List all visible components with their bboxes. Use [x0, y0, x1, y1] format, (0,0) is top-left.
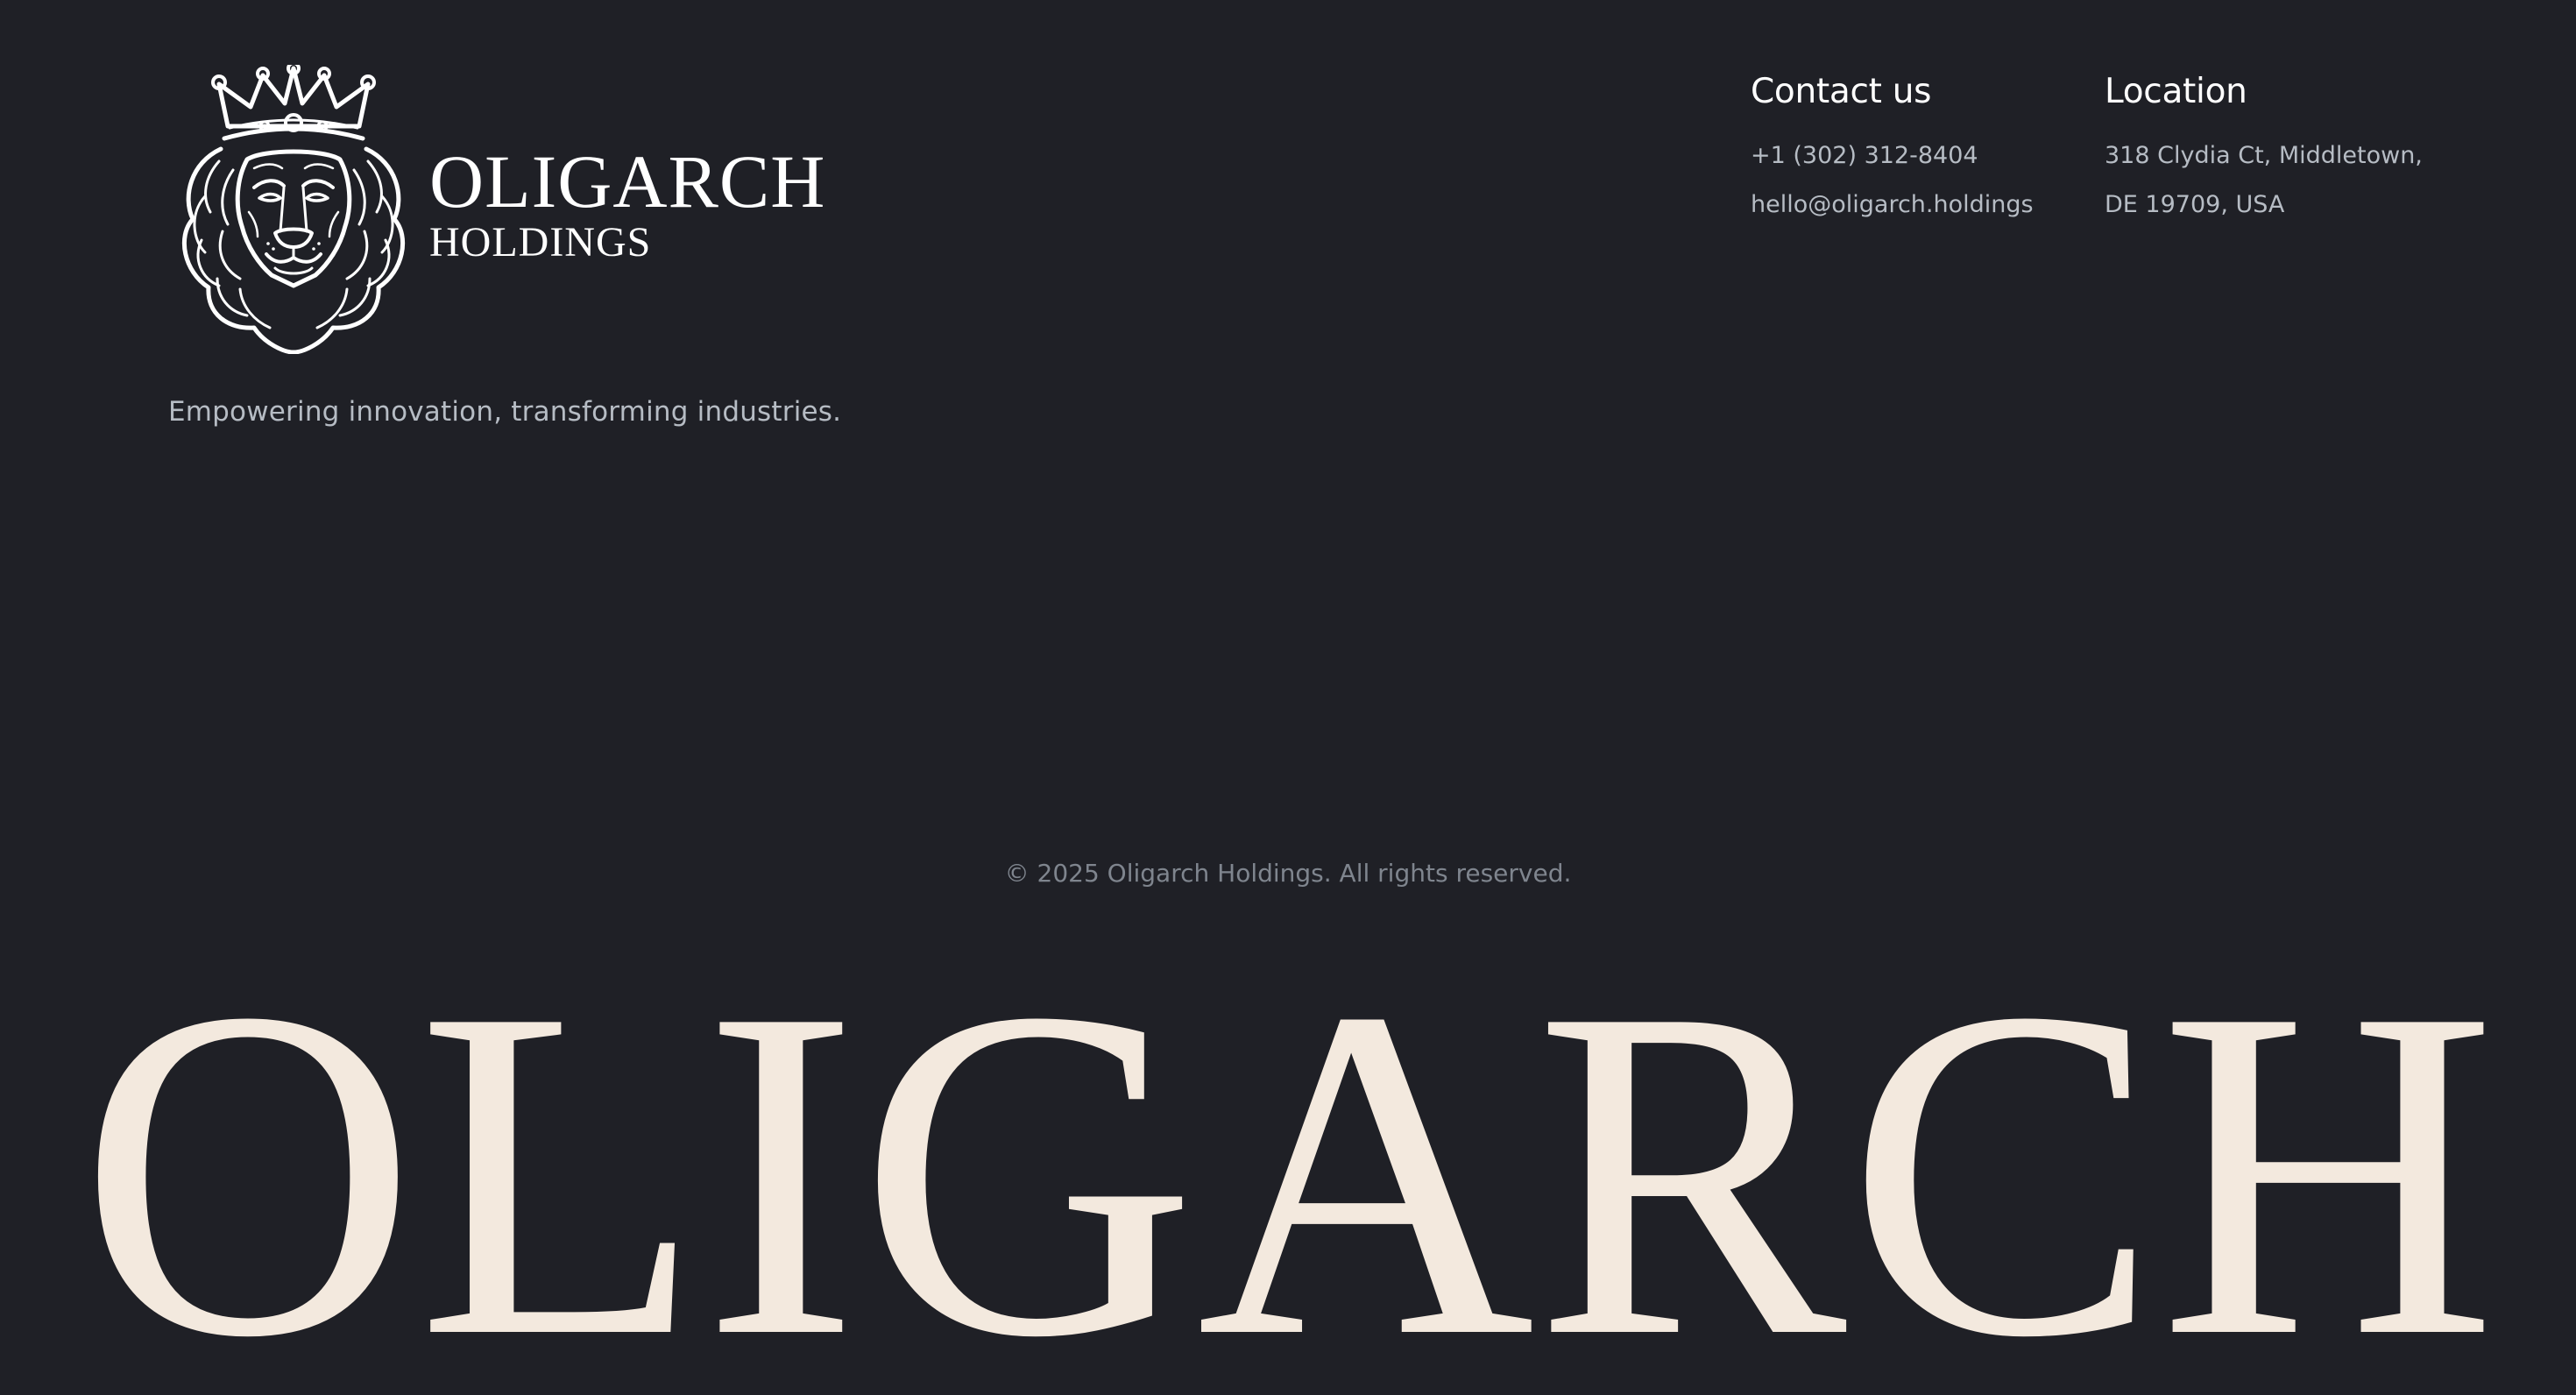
brand-logo-link[interactable]: OLIGARCH HOLDINGS: [166, 65, 832, 354]
footer-page: OLIGARCH HOLDINGS Empowering innovation,…: [0, 0, 2576, 1395]
contact-section: Contact us +1 (302) 312-8404 hello@oliga…: [1751, 70, 2034, 230]
brand-wordmark-sub: HOLDINGS: [429, 219, 652, 266]
contact-phone-link[interactable]: +1 (302) 312-8404: [1751, 131, 2034, 181]
location-heading: Location: [2105, 72, 2247, 111]
giant-wordmark: OLIGARCH: [79, 946, 2497, 1395]
brand-wordmark-main: OLIGARCH: [429, 139, 826, 223]
brand-wordmark: OLIGARCH HOLDINGS: [429, 144, 825, 265]
location-section: Location 318 Clydia Ct, Middletown, DE 1…: [2105, 70, 2423, 230]
giant-wordmark-text: OLIGARCH: [79, 946, 2497, 1395]
crowned-lion-icon: [181, 65, 406, 354]
brand-tagline: Empowering innovation, transforming indu…: [168, 396, 842, 428]
contact-email-link[interactable]: hello@oligarch.holdings: [1751, 181, 2034, 230]
copyright-text: © 2025 Oligarch Holdings. All rights res…: [1004, 859, 1572, 888]
address-line-1: 318 Clydia Ct, Middletown,: [2105, 142, 2423, 169]
address-line-2: DE 19709, USA: [2105, 191, 2285, 218]
contact-heading: Contact us: [1751, 72, 1932, 111]
